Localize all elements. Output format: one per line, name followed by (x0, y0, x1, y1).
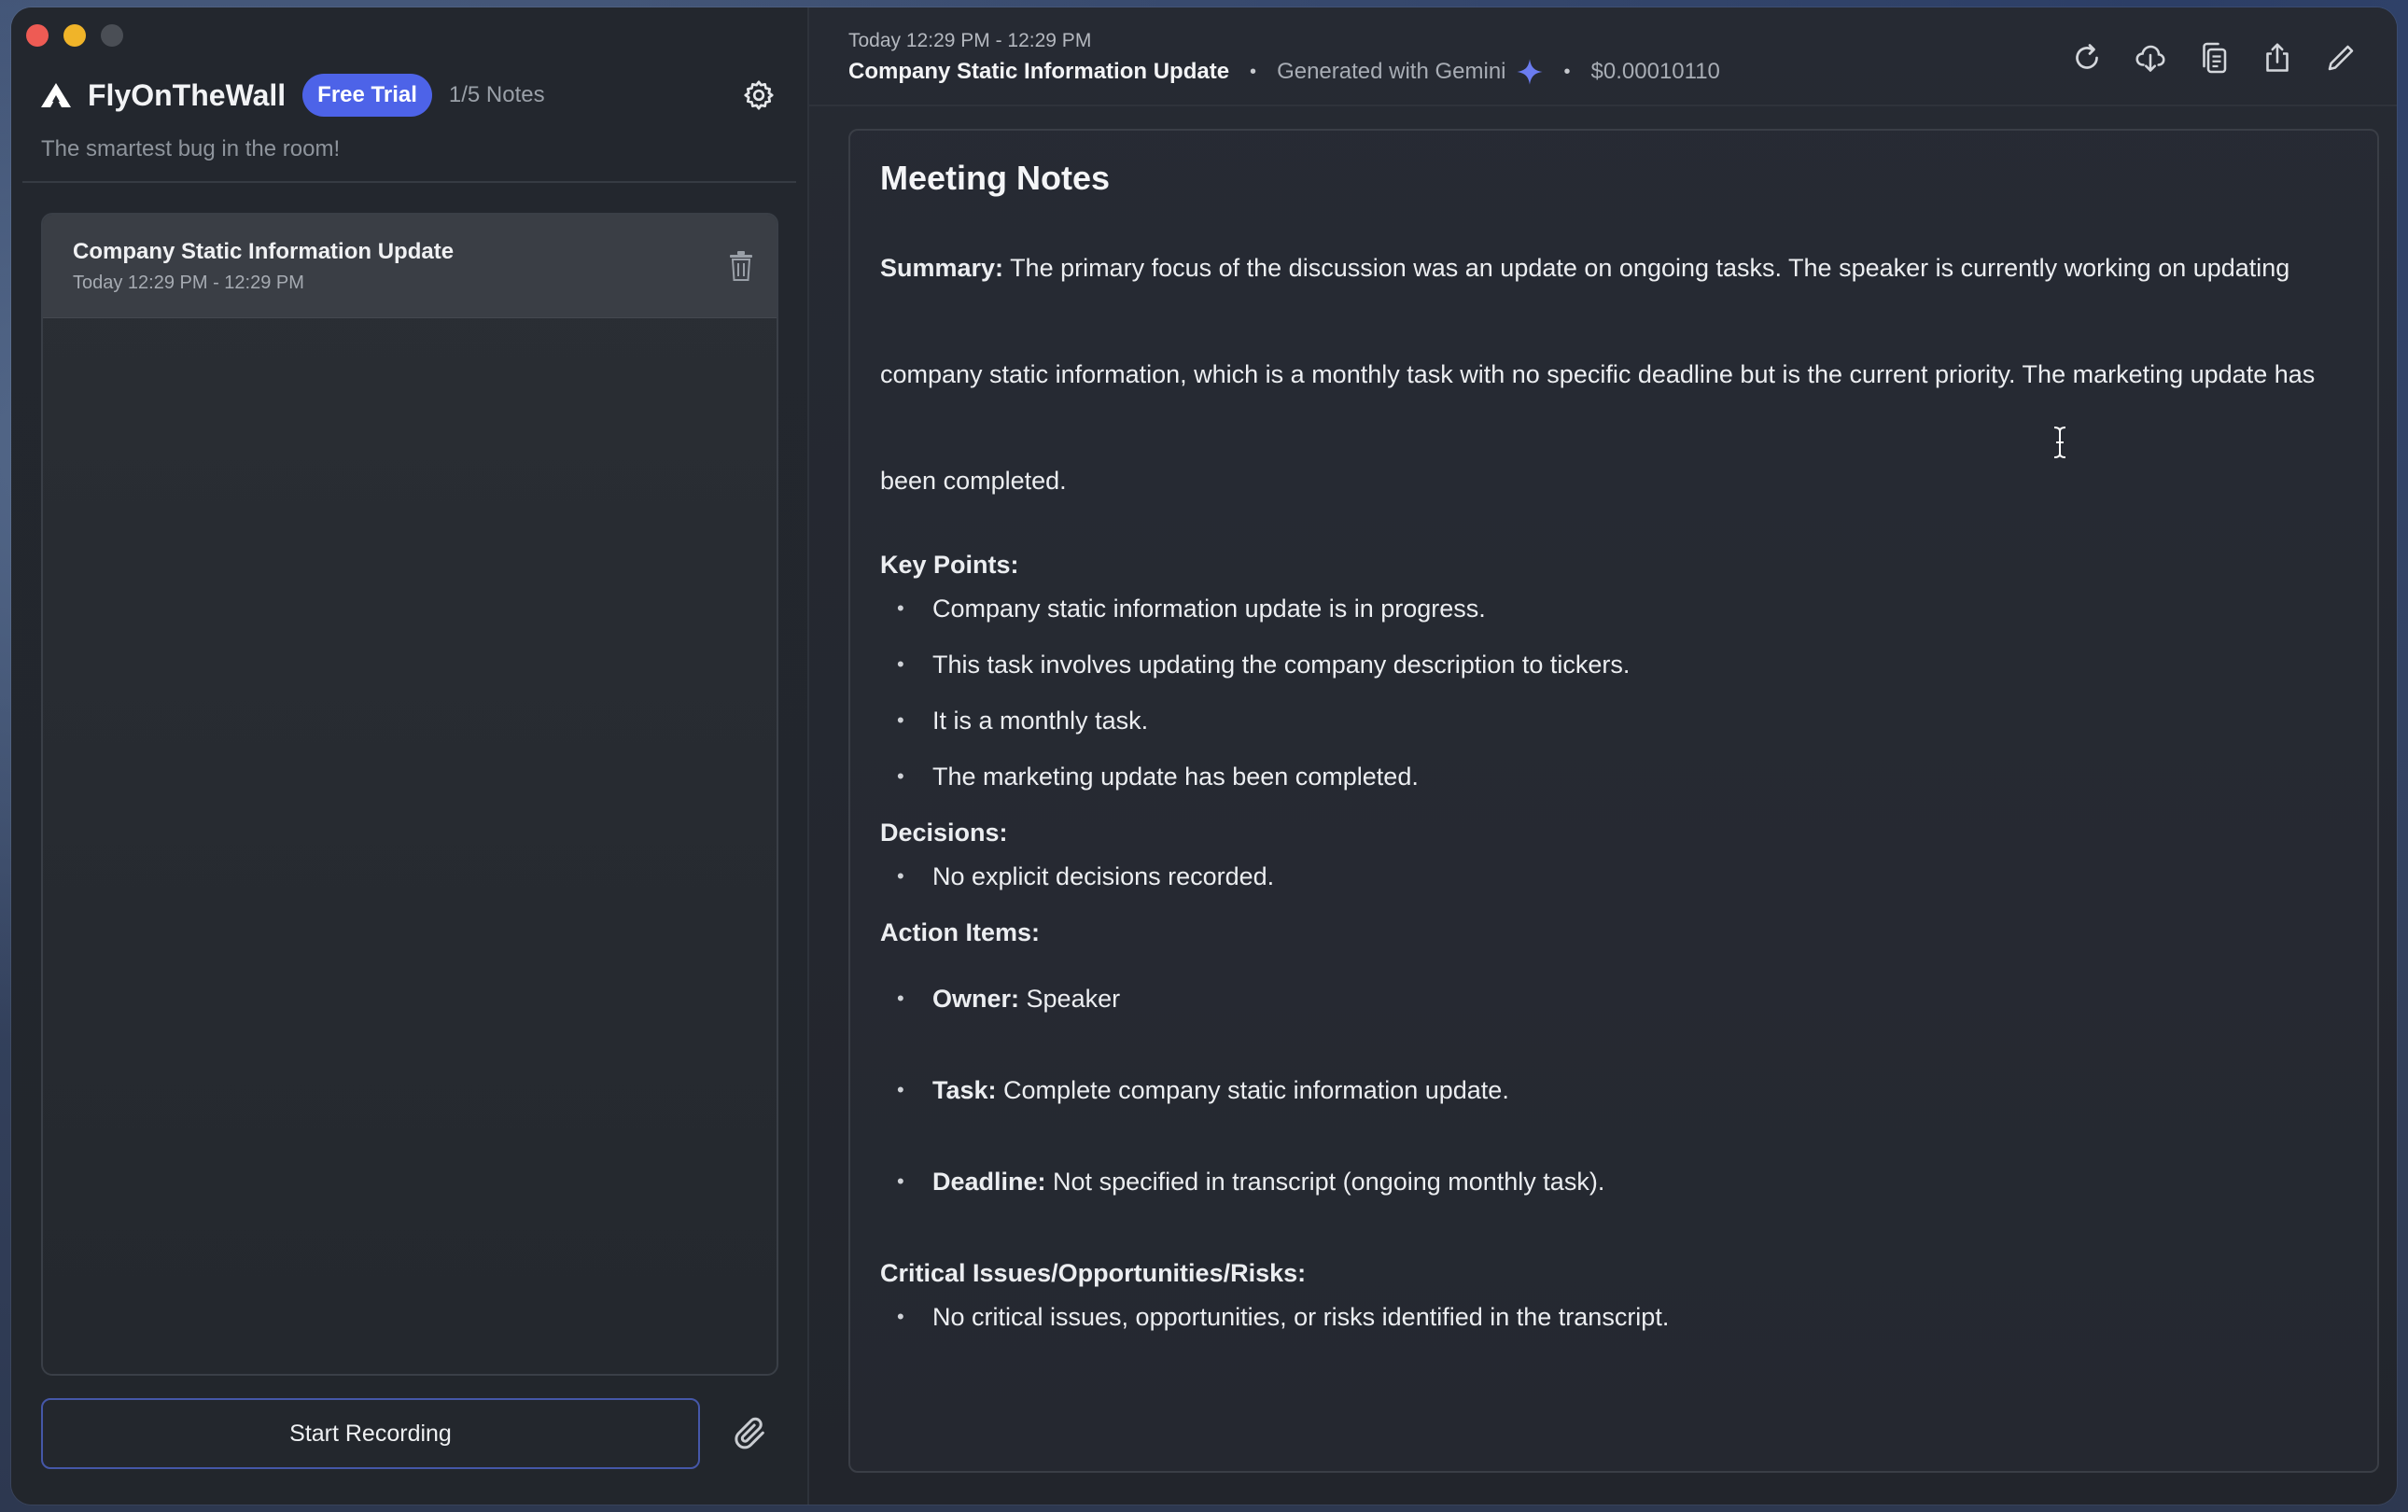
decisions-list: No explicit decisions recorded. (880, 862, 2347, 890)
critical-issues-heading: Critical Issues/Opportunities/Risks: (880, 1259, 1307, 1287)
sparkle-icon (1516, 59, 1543, 85)
app-name: FlyOnTheWall (88, 77, 287, 112)
sidebar: FlyOnTheWall Free Trial 1/5 Notes The sm… (11, 7, 809, 1505)
action-items-heading: Action Items: (880, 918, 1041, 946)
note-time: Today 12:29 PM - 12:29 PM (73, 273, 304, 293)
key-points-heading: Key Points: (880, 551, 1019, 579)
free-trial-badge[interactable]: Free Trial (302, 74, 432, 117)
deadline-label: Deadline: (932, 1168, 1046, 1196)
paperclip-icon[interactable] (732, 1413, 769, 1454)
list-item: This task involves updating the company … (880, 651, 2347, 679)
header: Today 12:29 PM - 12:29 PM Company Static… (809, 7, 2397, 106)
generated-with: Generated with Gemini (1277, 59, 1506, 84)
key-points-list: Company static information update is in … (880, 595, 2347, 791)
summary-text: The primary focus of the discussion was … (880, 254, 2316, 495)
owner-value: Speaker (1026, 985, 1121, 1013)
list-item: No explicit decisions recorded. (880, 862, 2347, 890)
panel-title: Meeting Notes (880, 159, 1111, 197)
zoom-window-button[interactable] (101, 24, 123, 47)
header-actions (2070, 41, 2358, 75)
brand-row: FlyOnTheWall Free Trial 1/5 Notes (39, 71, 779, 119)
minimize-window-button[interactable] (63, 24, 86, 47)
list-item: Task: Complete company static informatio… (880, 1076, 2347, 1104)
decisions-heading: Decisions: (880, 819, 1008, 847)
list-item: Owner: Speaker (880, 985, 2347, 1013)
list-item: The marketing update has been completed. (880, 763, 2347, 791)
action-items-list: Owner: Speaker Task: Complete company st… (880, 985, 2347, 1196)
critical-issues-list: No critical issues, opportunities, or ri… (880, 1303, 2347, 1331)
cloud-download-icon[interactable] (2134, 41, 2167, 75)
list-item: No critical issues, opportunities, or ri… (880, 1303, 2347, 1331)
note-list-item[interactable]: Company Static Information Update Today … (43, 215, 777, 318)
app-window: FlyOnTheWall Free Trial 1/5 Notes The sm… (11, 7, 2397, 1505)
edit-icon[interactable] (2324, 41, 2358, 75)
separator-dot: • (1563, 61, 1571, 82)
share-icon[interactable] (2261, 41, 2294, 75)
logo-icon (41, 83, 71, 107)
task-label: Task: (932, 1076, 997, 1104)
trash-icon[interactable] (728, 250, 754, 282)
list-item: Company static information update is in … (880, 595, 2347, 623)
note-heading: Company Static Information Update (848, 59, 1230, 84)
note-count: 1/5 Notes (448, 82, 545, 107)
separator-dot: • (1250, 61, 1257, 82)
close-window-button[interactable] (26, 24, 49, 47)
text-cursor-icon (2053, 427, 2066, 458)
copy-icon[interactable] (2197, 41, 2231, 75)
summary-label: Summary: (880, 254, 1004, 282)
generation-cost: $0.00010110 (1590, 59, 1720, 84)
main-panel: Today 12:29 PM - 12:29 PM Company Static… (809, 7, 2397, 1505)
header-line: Company Static Information Update • Gene… (848, 58, 1720, 86)
note-title: Company Static Information Update (73, 239, 455, 264)
gear-icon[interactable] (742, 78, 776, 112)
list-item: Deadline: Not specified in transcript (o… (880, 1168, 2347, 1196)
tagline: The smartest bug in the room! (41, 136, 341, 161)
notes-list: Company Static Information Update Today … (41, 213, 778, 1376)
divider (22, 181, 796, 183)
deadline-value: Not specified in transcript (ongoing mon… (1053, 1168, 1605, 1196)
start-recording-button[interactable]: Start Recording (41, 1398, 700, 1469)
note-timestamp: Today 12:29 PM - 12:29 PM (848, 30, 1092, 51)
refresh-icon[interactable] (2070, 41, 2104, 75)
owner-label: Owner: (932, 985, 1020, 1013)
window-controls (26, 24, 123, 47)
meeting-notes-panel[interactable]: Meeting Notes Summary: The primary focus… (848, 129, 2379, 1473)
task-value: Complete company static information upda… (1003, 1076, 1509, 1104)
summary-paragraph: Summary: The primary focus of the discus… (880, 215, 2347, 534)
list-item: It is a monthly task. (880, 707, 2347, 735)
